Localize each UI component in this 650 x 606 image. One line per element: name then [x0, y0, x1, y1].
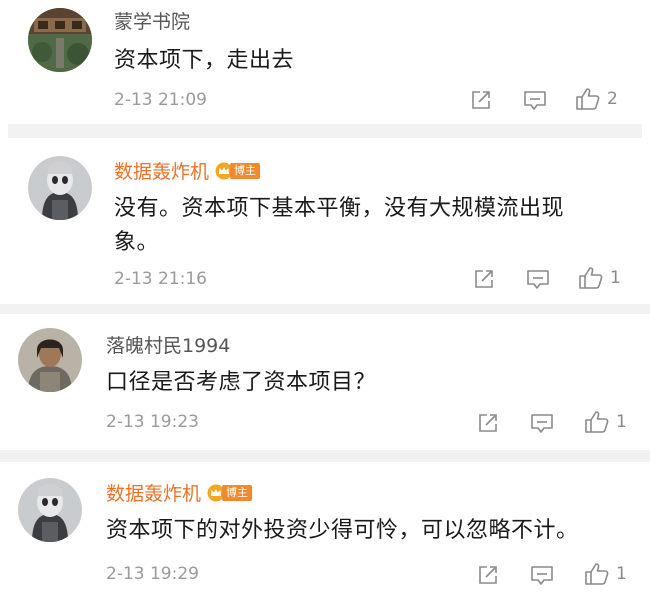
share-icon — [479, 566, 497, 584]
comment-divider — [8, 124, 642, 138]
author-badge: 博主 — [207, 484, 253, 502]
author-badge-label: 博主 — [222, 484, 253, 501]
comment-item: 数据轰炸机 博主 没有。资本项下基本平衡，没有大规模流出现象。 2-13 21:1… — [0, 138, 650, 302]
comment-icon — [531, 566, 553, 585]
comment-divider — [0, 450, 650, 462]
comment-divider — [0, 304, 650, 314]
comment-username[interactable]: 数据轰炸机 博主 — [106, 482, 253, 506]
avatar[interactable] — [28, 8, 92, 72]
comment-text: 没有。资本项下基本平衡，没有大规模流出现象。 — [114, 196, 565, 255]
reply-button[interactable] — [530, 410, 554, 436]
share-button[interactable] — [470, 87, 492, 113]
comment-icon — [524, 91, 546, 110]
comment-username[interactable]: 蒙学书院 — [114, 10, 190, 34]
username-text[interactable]: 落魄村民1994 — [106, 335, 230, 357]
comment-timestamp: 2-13 21:09 — [114, 90, 207, 110]
like-count: 1 — [616, 564, 627, 584]
avatar[interactable] — [18, 328, 82, 392]
avatar-image — [18, 478, 82, 542]
share-icon — [475, 270, 493, 288]
thumbs-up-icon — [579, 267, 603, 289]
avatar[interactable] — [28, 156, 92, 220]
share-button[interactable] — [477, 410, 499, 436]
like-button[interactable]: 1 — [584, 561, 627, 587]
username-text[interactable]: 蒙学书院 — [114, 11, 190, 33]
comment-item: 落魄村民1994 口径是否考虑了资本项目？ 2-13 19:23 1 — [0, 314, 650, 446]
share-button[interactable] — [473, 266, 495, 292]
comment-timestamp: 2-13 19:23 — [106, 412, 199, 432]
comment-text: 口径是否考虑了资本项目？ — [106, 370, 377, 395]
author-badge-label: 博主 — [230, 162, 261, 179]
reply-button[interactable] — [526, 266, 550, 292]
username-text[interactable]: 数据轰炸机 — [106, 483, 201, 505]
comment-icon — [531, 414, 553, 433]
thumbs-up-icon — [576, 88, 600, 110]
comment-timestamp: 2-13 21:16 — [114, 269, 207, 289]
reply-button[interactable] — [523, 87, 547, 113]
share-icon — [472, 91, 490, 109]
comment-item: 数据轰炸机 博主 资本项下的对外投资少得可怜，可以忽略不计。 2-13 19:29… — [0, 462, 650, 606]
like-button[interactable]: 2 — [575, 86, 618, 112]
like-button[interactable]: 1 — [584, 409, 627, 435]
like-count: 1 — [616, 412, 627, 432]
share-button[interactable] — [477, 562, 499, 588]
reply-button[interactable] — [530, 562, 554, 588]
like-count: 2 — [607, 89, 618, 109]
comment-text: 资本项下的对外投资少得可怜，可以忽略不计。 — [106, 518, 579, 543]
thumbs-up-icon — [585, 411, 609, 433]
like-button[interactable]: 1 — [578, 265, 621, 291]
avatar-image — [28, 8, 92, 72]
comment-username[interactable]: 落魄村民1994 — [106, 334, 230, 358]
comment-username[interactable]: 数据轰炸机 博主 — [114, 160, 261, 184]
comment-timestamp: 2-13 19:29 — [106, 564, 199, 584]
author-badge: 博主 — [215, 162, 261, 180]
comment-icon — [527, 270, 549, 289]
avatar-image — [28, 156, 92, 220]
avatar[interactable] — [18, 478, 82, 542]
comment-item: 蒙学书院 资本项下，走出去 2-13 21:09 2 — [0, 0, 650, 122]
comment-text: 资本项下，走出去 — [114, 48, 295, 73]
share-icon — [479, 414, 497, 432]
avatar-image — [18, 328, 82, 392]
username-text[interactable]: 数据轰炸机 — [114, 161, 209, 183]
like-count: 1 — [610, 268, 621, 288]
comment-feed: 蒙学书院 资本项下，走出去 2-13 21:09 2 数据轰炸机 博主 没有。资… — [0, 0, 650, 606]
thumbs-up-icon — [585, 563, 609, 585]
